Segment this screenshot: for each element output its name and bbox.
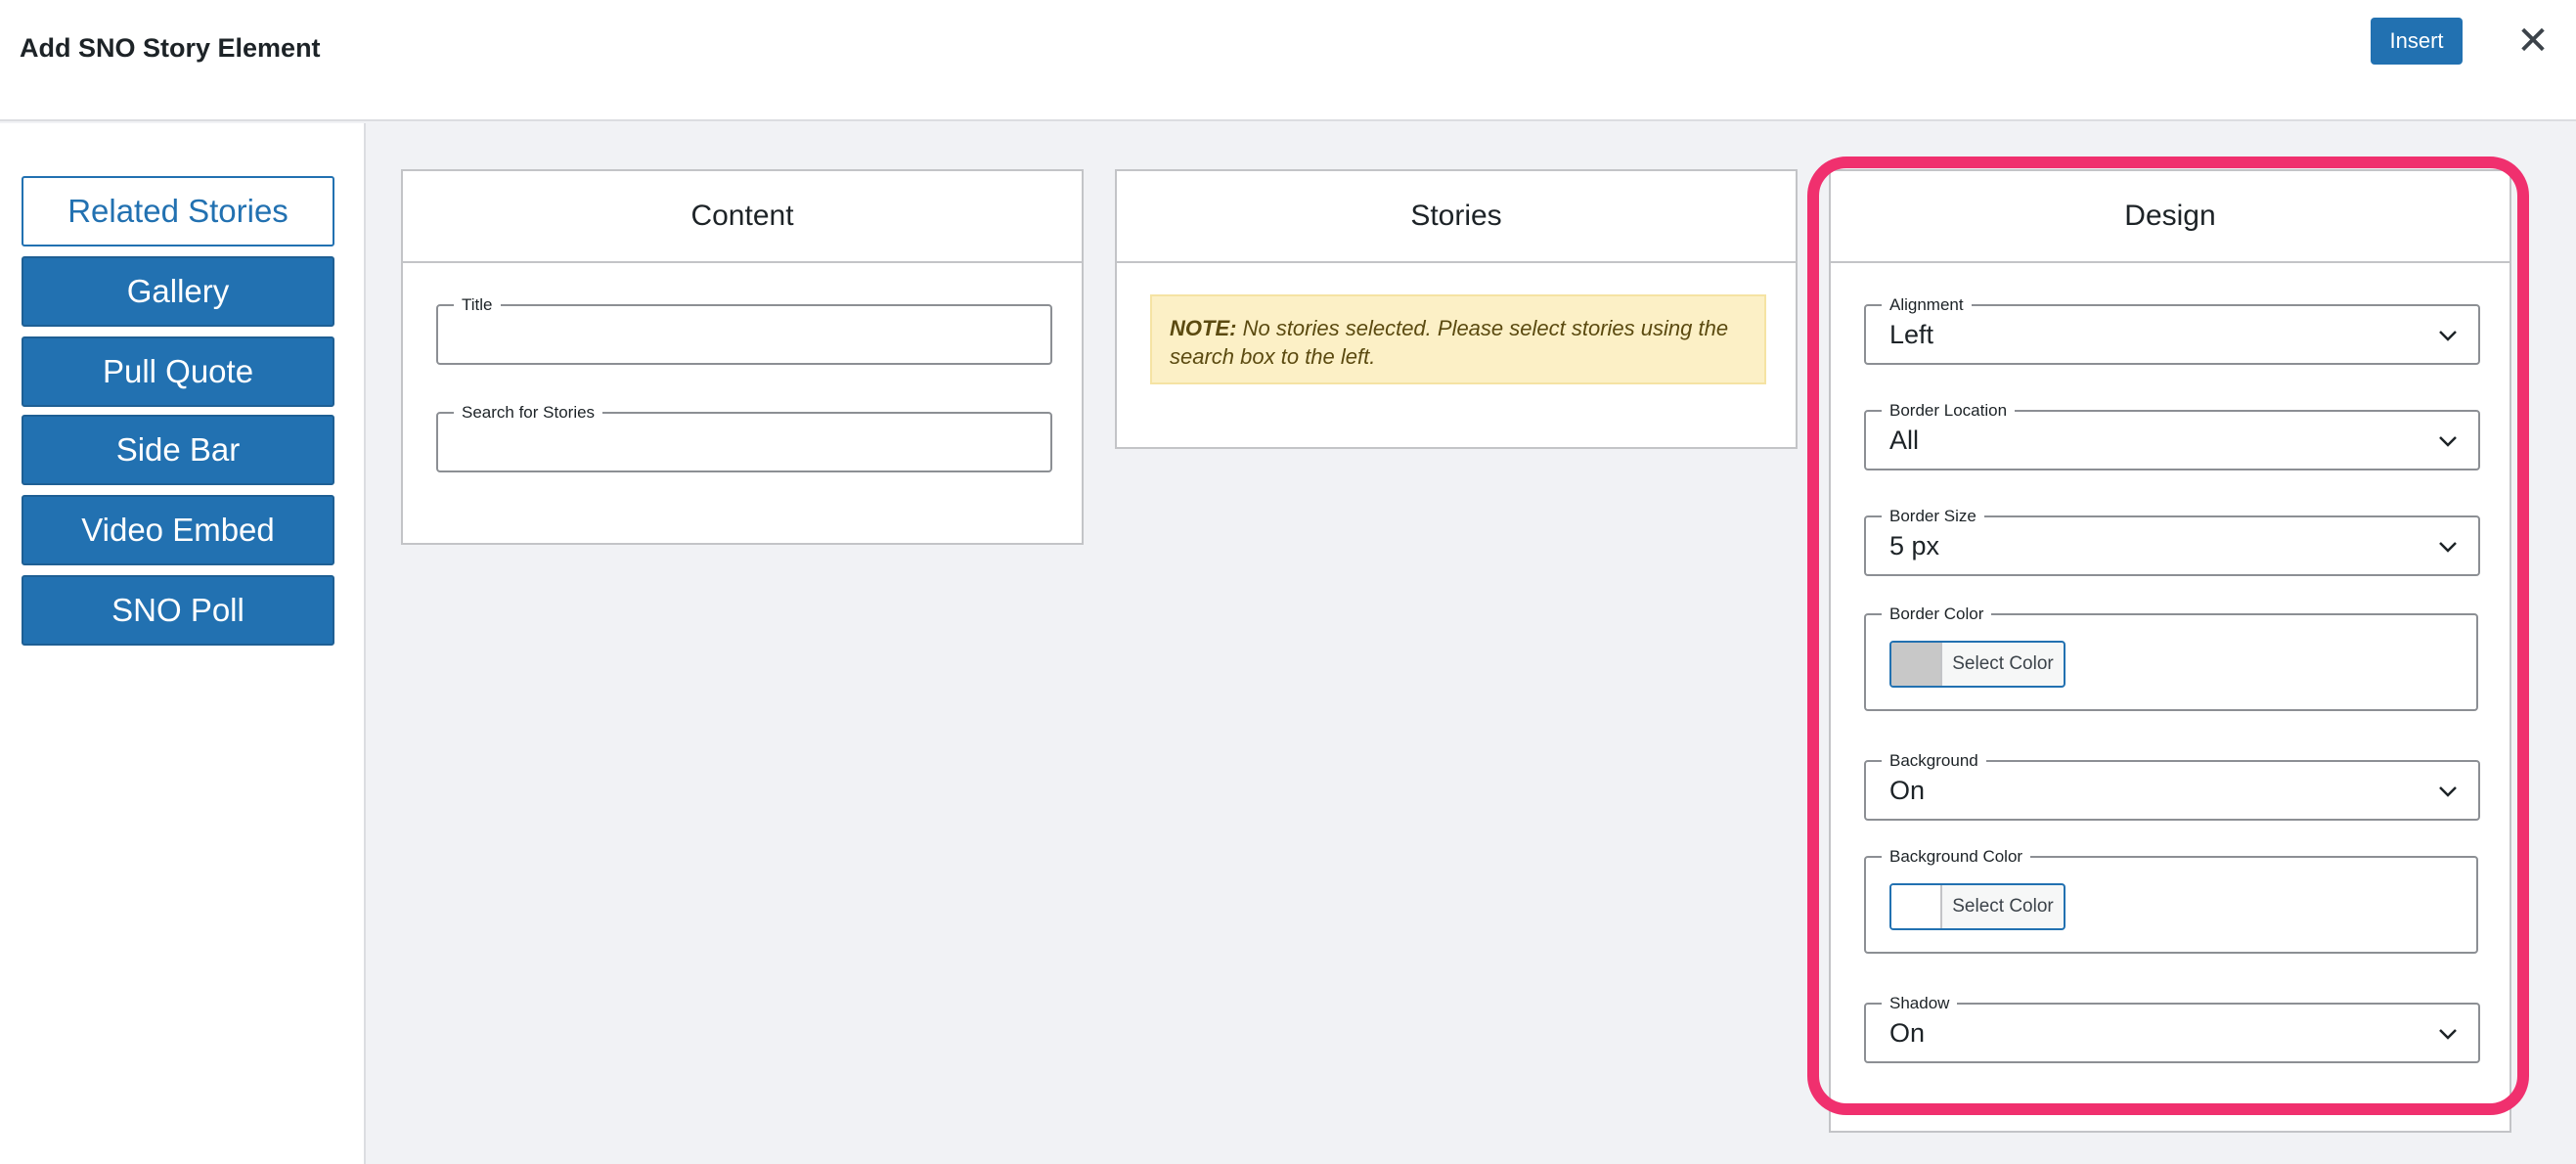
background-select[interactable]: Background On bbox=[1864, 750, 2480, 821]
modal-title: Add SNO Story Element bbox=[20, 33, 321, 63]
border-location-value: All bbox=[1889, 425, 1920, 455]
border-color-button-label: Select Color bbox=[1952, 653, 2054, 674]
chevron-down-icon bbox=[2439, 436, 2457, 447]
border-color-field: Border Color Select Color bbox=[1864, 604, 2478, 711]
sidebar-item-sno-poll[interactable]: SNO Poll bbox=[22, 575, 334, 646]
shadow-value: On bbox=[1889, 1018, 1926, 1048]
background-color-field: Background Color Select Color bbox=[1864, 846, 2478, 954]
element-type-sidebar: Related Stories Gallery Pull Quote Side … bbox=[0, 123, 366, 1164]
chevron-down-icon bbox=[2439, 1029, 2457, 1040]
border-size-value: 5 px bbox=[1889, 531, 1940, 560]
chevron-down-icon bbox=[2439, 542, 2457, 553]
insert-button[interactable]: Insert bbox=[2371, 18, 2463, 65]
background-label: Background bbox=[1882, 750, 1986, 772]
sidebar-item-video-embed[interactable]: Video Embed bbox=[22, 495, 334, 565]
border-color-label: Border Color bbox=[1882, 604, 1992, 625]
alignment-label: Alignment bbox=[1882, 294, 1972, 316]
background-color-label: Background Color bbox=[1882, 846, 2031, 868]
close-icon[interactable]: ✕ bbox=[2513, 18, 2553, 65]
chevron-down-icon bbox=[2439, 786, 2457, 797]
content-panel: Content Title Search for Stories bbox=[401, 169, 1084, 545]
search-stories-input[interactable] bbox=[438, 414, 1050, 470]
no-stories-note: NOTE: No stories selected. Please select… bbox=[1150, 294, 1766, 384]
note-text: No stories selected. Please select stori… bbox=[1170, 316, 1729, 369]
background-color-button-label: Select Color bbox=[1952, 896, 2054, 917]
border-location-select[interactable]: Border Location All bbox=[1864, 400, 2480, 470]
shadow-label: Shadow bbox=[1882, 993, 1958, 1014]
background-color-swatch bbox=[1891, 885, 1942, 928]
border-color-swatch bbox=[1891, 643, 1942, 686]
alignment-select[interactable]: Alignment Left bbox=[1864, 294, 2480, 365]
design-panel: Design Alignment Left Border Location Al… bbox=[1829, 169, 2511, 1133]
border-size-select[interactable]: Border Size 5 px bbox=[1864, 506, 2480, 576]
title-field: Title bbox=[436, 294, 1052, 365]
shadow-select[interactable]: Shadow On bbox=[1864, 993, 2480, 1063]
note-label: NOTE: bbox=[1170, 316, 1237, 340]
border-size-label: Border Size bbox=[1882, 506, 1984, 527]
background-value: On bbox=[1889, 776, 1926, 805]
sidebar-item-pull-quote[interactable]: Pull Quote bbox=[22, 336, 334, 407]
modal-header: Add SNO Story Element Insert ✕ bbox=[0, 0, 2576, 121]
chevron-down-icon bbox=[2439, 331, 2457, 341]
search-stories-field: Search for Stories bbox=[436, 402, 1052, 472]
content-panel-heading: Content bbox=[403, 171, 1082, 263]
border-location-label: Border Location bbox=[1882, 400, 2016, 422]
sidebar-item-related-stories[interactable]: Related Stories bbox=[22, 176, 334, 246]
stories-panel: Stories NOTE: No stories selected. Pleas… bbox=[1115, 169, 1798, 449]
design-panel-heading: Design bbox=[1831, 171, 2509, 263]
sidebar-item-side-bar[interactable]: Side Bar bbox=[22, 415, 334, 485]
alignment-value: Left bbox=[1889, 320, 1934, 349]
background-color-select-button[interactable]: Select Color bbox=[1889, 883, 2065, 930]
border-color-select-button[interactable]: Select Color bbox=[1889, 641, 2065, 688]
title-input[interactable] bbox=[438, 306, 1050, 363]
sidebar-item-gallery[interactable]: Gallery bbox=[22, 256, 334, 327]
stories-panel-heading: Stories bbox=[1117, 171, 1796, 263]
